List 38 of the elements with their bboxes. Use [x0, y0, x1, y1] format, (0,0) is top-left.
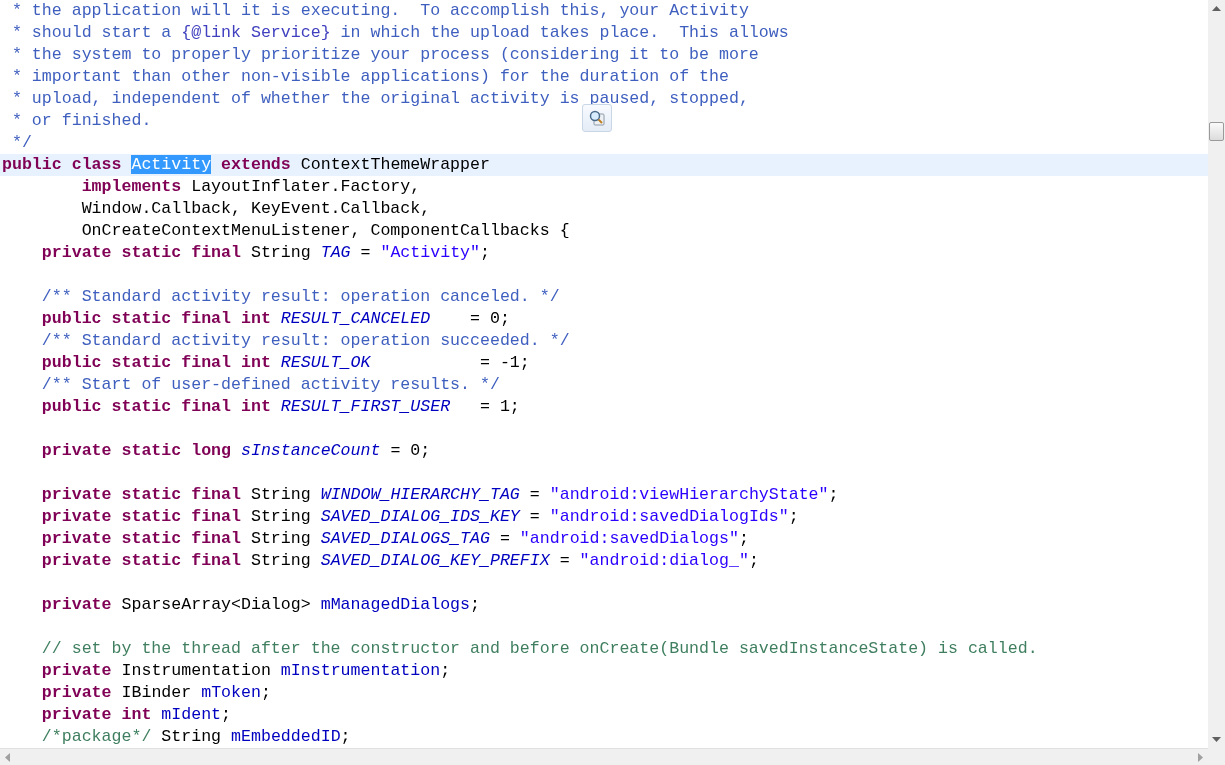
horizontal-scrollbar[interactable]	[0, 748, 1208, 765]
code-line: * the application will it is executing. To accomplish this, your Activity	[10, 0, 749, 22]
scrollbar-thumb[interactable]	[1209, 122, 1224, 141]
code-line: private static final String TAG = "Activity";	[40, 242, 490, 264]
code-line: private static final String SAVED_DIALOG_IDS_KEY = "android:savedDialogIds";	[40, 506, 799, 528]
code-line: public static final int RESULT_OK = -1;	[40, 352, 530, 374]
code-line: /** Start of user-defined activity results. */	[40, 374, 500, 396]
code-line: /*package*/ String mEmbeddedID;	[40, 726, 351, 748]
code-line: // set by the thread after the constructor and before onCreate(Bundle savedInstanceState) is called.	[40, 638, 1038, 660]
code-line: public class Activity extends ContextThemeWrapper	[2, 154, 490, 176]
code-line: private static final String WINDOW_HIERARCHY_TAG = "android:viewHierarchyState";	[40, 484, 839, 506]
left-arrow-icon[interactable]	[5, 752, 10, 762]
code-line: private SparseArray<Dialog> mManagedDialogs;	[40, 594, 480, 616]
code-line: * or finished.	[10, 110, 152, 132]
right-arrow-icon[interactable]	[1198, 752, 1203, 762]
code-line: */	[10, 132, 32, 154]
hover-button[interactable]	[582, 104, 612, 132]
code-line: private static final String SAVED_DIALOGS_TAG = "android:savedDialogs";	[40, 528, 749, 550]
code-line: private Instrumentation mInstrumentation;	[40, 660, 451, 682]
code-line: public static final int RESULT_CANCELED = 0;	[40, 308, 510, 330]
magnifier-icon	[588, 109, 606, 127]
code-line: * important than other non-visible applications) for the duration of the	[10, 66, 729, 88]
vertical-scrollbar[interactable]	[1208, 0, 1225, 748]
code-line: implements LayoutInflater.Factory,	[80, 176, 421, 198]
code-line: * the system to properly prioritize your process (considering it to be more	[10, 44, 759, 66]
code-line: private static final String SAVED_DIALOG_KEY_PREFIX = "android:dialog_";	[40, 550, 759, 572]
code-line: * should start a {@link Service} in which the upload takes place. This allows	[10, 22, 789, 44]
code-line: OnCreateContextMenuListener, ComponentCallbacks {	[80, 220, 570, 242]
code-line: /** Standard activity result: operation canceled. */	[40, 286, 560, 308]
code-line: /** Standard activity result: operation succeeded. */	[40, 330, 570, 352]
code-line: private IBinder mToken;	[40, 682, 271, 704]
code-line: private int mIdent;	[40, 704, 232, 726]
code-line: private static long sInstanceCount = 0;	[40, 440, 431, 462]
code-line: public static final int RESULT_FIRST_USER = 1;	[40, 396, 520, 418]
code-line: * upload, independent of whether the original activity is paused, stopped,	[10, 88, 749, 110]
down-arrow-icon[interactable]	[1212, 737, 1221, 742]
up-arrow-icon[interactable]	[1212, 6, 1221, 11]
code-line: Window.Callback, KeyEvent.Callback,	[80, 198, 431, 220]
